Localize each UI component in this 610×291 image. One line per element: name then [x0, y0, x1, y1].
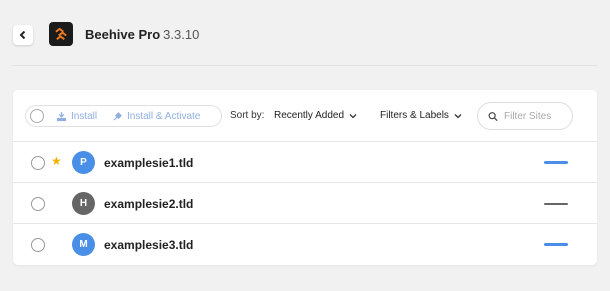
- plugin-icon: [113, 112, 122, 121]
- filters-labels-dropdown[interactable]: Filters & Labels: [380, 109, 462, 122]
- chevron-down-icon: [454, 113, 462, 118]
- plugin-name: Beehive Pro: [85, 27, 161, 42]
- search-icon: [488, 111, 498, 121]
- chevron-left-icon: [19, 31, 26, 39]
- site-checkbox[interactable]: [31, 156, 45, 170]
- install-icon: [56, 111, 67, 122]
- site-status-indicator: [544, 203, 568, 205]
- site-avatar: P: [72, 151, 95, 174]
- site-row[interactable]: ★ P examplesie1.tld: [13, 142, 597, 183]
- sort-value: Recently Added: [274, 110, 345, 121]
- sort-dropdown[interactable]: Recently Added: [274, 109, 357, 122]
- site-name[interactable]: examplesie3.tld: [104, 238, 193, 252]
- beehive-logo: [49, 22, 73, 46]
- install-button[interactable]: Install: [56, 110, 97, 123]
- bulk-actions: Install Install & Activate: [25, 105, 222, 127]
- sort-by-label: Sort by:: [230, 110, 265, 121]
- site-status-indicator: [544, 243, 568, 246]
- site-name[interactable]: examplesie2.tld: [104, 197, 193, 211]
- sites-toolbar: Install Install & Activate Sort by: Rece…: [13, 90, 597, 142]
- beehive-icon: [54, 27, 67, 40]
- install-activate-button[interactable]: Install & Activate: [112, 110, 200, 123]
- header-divider: [12, 65, 597, 66]
- plugin-header: Beehive Pro 3.3.10: [0, 0, 610, 66]
- site-name[interactable]: examplesie1.tld: [104, 156, 193, 170]
- site-checkbox[interactable]: [31, 238, 45, 252]
- site-avatar: H: [72, 192, 95, 215]
- plugin-version: 3.3.10: [163, 27, 200, 42]
- filters-label: Filters & Labels: [380, 110, 449, 121]
- install-label: Install: [71, 111, 98, 122]
- site-row[interactable]: H examplesie2.tld: [13, 183, 597, 224]
- plugin-title: Beehive Pro 3.3.10: [85, 27, 199, 43]
- site-avatar: M: [72, 233, 95, 256]
- filter-sites-input[interactable]: [504, 110, 572, 122]
- select-all-checkbox[interactable]: [30, 109, 44, 123]
- install-activate-label: Install & Activate: [127, 111, 201, 122]
- sites-card: Install Install & Activate Sort by: Rece…: [13, 90, 597, 265]
- back-button[interactable]: [13, 25, 33, 45]
- filter-sites-search[interactable]: [477, 102, 573, 130]
- chevron-down-icon: [349, 113, 357, 118]
- site-status-indicator: [544, 161, 568, 164]
- star-icon[interactable]: ★: [51, 154, 62, 168]
- site-row[interactable]: M examplesie3.tld: [13, 224, 597, 265]
- site-checkbox[interactable]: [31, 197, 45, 211]
